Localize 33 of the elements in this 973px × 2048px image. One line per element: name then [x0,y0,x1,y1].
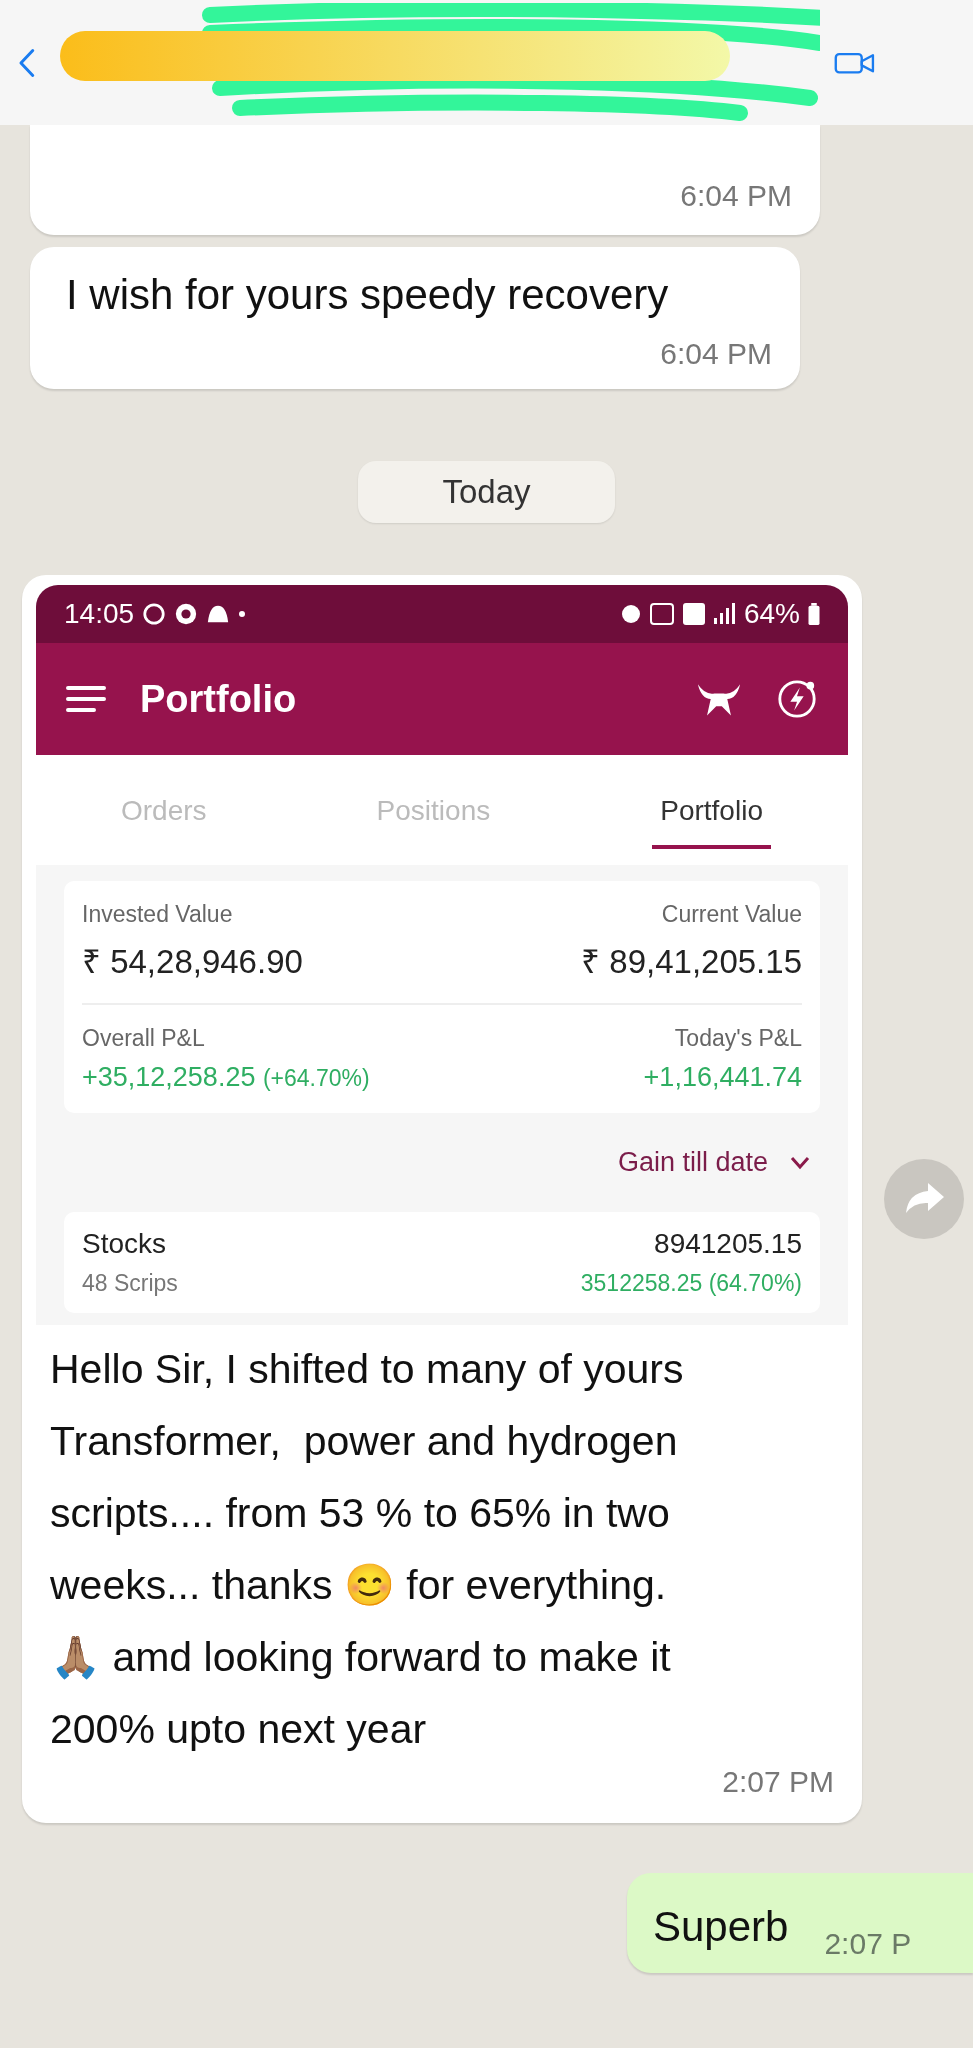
message-time: 6:04 PM [680,179,792,213]
holding-count: 48 Scrips [82,1270,178,1297]
holding-card[interactable]: Stocks 8941205.15 48 Scrips 3512258.25 (64.70%) [64,1212,820,1313]
tab[interactable]: Portfolio [652,771,771,849]
chevron-icon [790,1155,810,1170]
message-time: 6:04 PM [659,337,772,371]
date-chip: Today [358,461,615,523]
app-title: Portfolio [140,677,297,721]
ring-icon [174,602,199,626]
message-text: Superb [653,1903,789,1951]
field-label: Current Value [660,901,802,928]
invested-value: ₹ 54,28,946.90 [82,942,303,982]
overall-pnl-value: +35,12,258.25 (+64.70%) [82,1062,370,1093]
message-text: I wish for yours speedy recovery [66,271,670,319]
holding-pnl: 3512258.25 (64.70%) [580,1270,802,1297]
field-label: Today's P&L [673,1025,802,1052]
message-time: 2:07 P [824,1927,912,1961]
current-value: ₹ 89,41,205.15 [581,942,802,982]
todays-pnl-value: +1,16,441.74 [643,1062,802,1093]
lightning-icon[interactable] [776,678,818,720]
holding-name: Stocks [82,1228,167,1260]
dot-icon [238,610,247,618]
battery-icon [808,603,820,625]
field-label: Overall P&L [82,1025,206,1052]
filter-dropdown[interactable]: Gain till date [607,1113,820,1212]
status-time: 14:05 [64,598,135,630]
holding-value: 8941205.15 [654,1228,802,1260]
battery-percent: 64% [743,598,800,630]
message-time: 2:07 PM [722,1765,835,1799]
menu-icon[interactable] [66,684,106,714]
field-label: Invested Value [82,901,234,928]
signal-icon [713,602,736,626]
message-text: Hello Sir, I shifted to many of yours Transformer, power and hydrogen scripts.... from 53 % to 65% in two weeks... thanks 😊 for everything. 🙏🏽 amd looking forward to make it 200% upto next year [49,1345,685,1754]
